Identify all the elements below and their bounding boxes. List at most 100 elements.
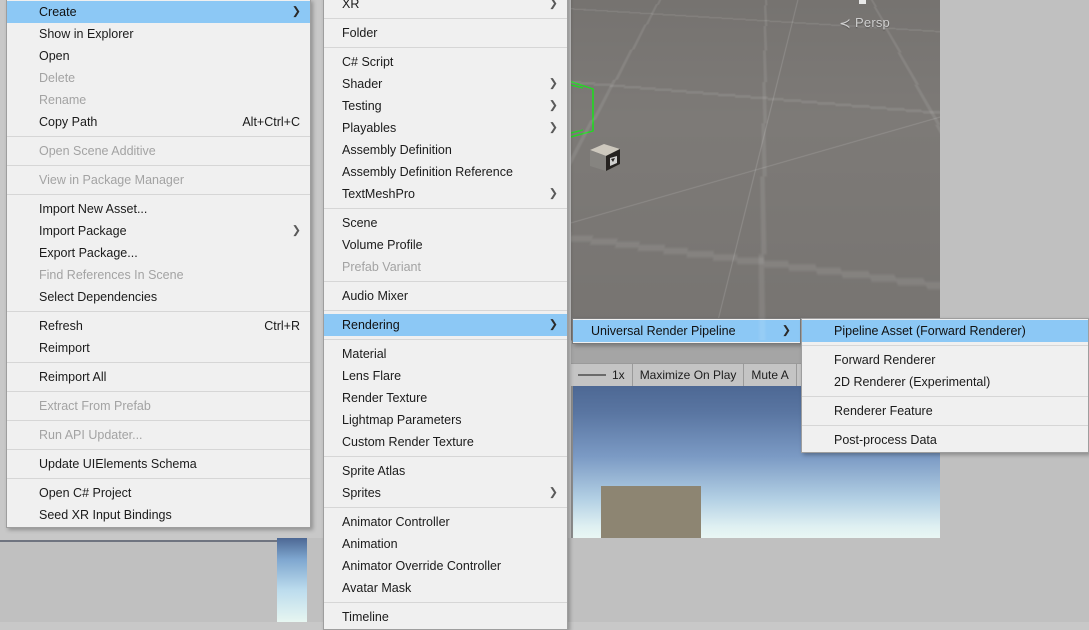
- chevron-right-icon: ❯: [548, 318, 558, 331]
- chevron-right-icon: ❯: [548, 187, 558, 200]
- menu-item-label: Rendering: [342, 318, 400, 332]
- menu-item-render-texture[interactable]: Render Texture: [324, 387, 567, 409]
- maximize-on-play-toggle[interactable]: Maximize On Play: [633, 364, 745, 386]
- menu-item-show-in-explorer[interactable]: Show in Explorer: [7, 23, 310, 45]
- urp-submenu[interactable]: Pipeline Asset (Forward Renderer) Forward…: [801, 318, 1089, 453]
- menu-item-label: Select Dependencies: [39, 290, 158, 304]
- menu-item-lens-flare[interactable]: Lens Flare: [324, 365, 567, 387]
- menu-item-timeline[interactable]: Timeline: [324, 606, 567, 628]
- scene-view[interactable]: ≺ Persp: [571, 0, 940, 340]
- menu-item-sprites[interactable]: Sprites ❯: [324, 482, 567, 504]
- menu-item-label: Open Scene Additive: [39, 144, 156, 158]
- chevron-right-icon: ❯: [291, 224, 301, 237]
- menu-item-reimport-all[interactable]: Reimport All: [7, 366, 310, 388]
- menu-item-label: Folder: [342, 26, 378, 40]
- mute-audio-toggle[interactable]: Mute A: [744, 364, 797, 386]
- menu-item-volume-profile[interactable]: Volume Profile: [324, 234, 567, 256]
- menu-item-import-package[interactable]: Import Package ❯: [7, 220, 310, 242]
- menu-item-select-dependencies[interactable]: Select Dependencies: [7, 286, 310, 308]
- menu-item-reimport[interactable]: Reimport: [7, 337, 310, 359]
- menu-item-create[interactable]: Create ❯: [7, 1, 310, 23]
- menu-item-label: Renderer Feature: [834, 404, 933, 418]
- chevron-right-icon: ❯: [548, 99, 558, 112]
- menu-item-testing[interactable]: Testing ❯: [324, 95, 567, 117]
- menu-item-label: Volume Profile: [342, 238, 423, 252]
- menu-separator: [324, 208, 567, 209]
- menu-item-rendering[interactable]: Rendering ❯: [324, 314, 567, 336]
- menu-item-label: Seed XR Input Bindings: [39, 508, 172, 522]
- game-scale-control[interactable]: 1x: [571, 364, 633, 386]
- menu-item-assembly-definition-reference[interactable]: Assembly Definition Reference: [324, 161, 567, 183]
- menu-item-refresh[interactable]: Refresh Ctrl+R: [7, 315, 310, 337]
- menu-item-material[interactable]: Material: [324, 343, 567, 365]
- menu-item-audio-mixer[interactable]: Audio Mixer: [324, 285, 567, 307]
- menu-separator: [7, 420, 310, 421]
- menu-item-label: Import Package: [39, 224, 127, 238]
- menu-item-forward-renderer[interactable]: Forward Renderer: [802, 349, 1088, 371]
- menu-item-renderer-feature[interactable]: Renderer Feature: [802, 400, 1088, 422]
- menu-item-label: Scene: [342, 216, 378, 230]
- menu-item-postprocess-data[interactable]: Post-process Data: [802, 429, 1088, 451]
- menu-item-pipeline-asset-forward-renderer[interactable]: Pipeline Asset (Forward Renderer): [802, 320, 1088, 342]
- menu-separator: [324, 507, 567, 508]
- create-submenu[interactable]: XR ❯ Folder C# Script Shader ❯ Testing ❯ Playabl…: [323, 0, 568, 630]
- menu-separator: [7, 311, 310, 312]
- mute-audio-label: Mute A: [751, 368, 789, 382]
- chevron-right-icon: ❯: [548, 0, 558, 10]
- menu-item-c#-script[interactable]: C# Script: [324, 51, 567, 73]
- menu-item-label: Sprites: [342, 486, 381, 500]
- menu-item-delete: Delete: [7, 67, 310, 89]
- menu-item-lightmap-parameters[interactable]: Lightmap Parameters: [324, 409, 567, 431]
- menu-item-scene[interactable]: Scene: [324, 212, 567, 234]
- chevron-right-icon: ❯: [548, 121, 558, 134]
- menu-item-label: Lens Flare: [342, 369, 402, 383]
- menu-item-animator-override-controller[interactable]: Animator Override Controller: [324, 555, 567, 577]
- rendering-submenu[interactable]: Universal Render Pipeline ❯: [572, 318, 801, 344]
- menu-item-import-new-asset[interactable]: Import New Asset...: [7, 198, 310, 220]
- menu-item-label: Shader: [342, 77, 383, 91]
- cube-object-icon[interactable]: [588, 140, 622, 174]
- menu-item-extract-from-prefab: Extract From Prefab: [7, 395, 310, 417]
- menu-item-shader[interactable]: Shader ❯: [324, 73, 567, 95]
- scene-projection-label: ≺ Persp: [839, 15, 890, 30]
- menu-item-find-references-in-scene: Find References In Scene: [7, 264, 310, 286]
- chevron-right-icon: ❯: [781, 324, 791, 337]
- menu-item-folder[interactable]: Folder: [324, 22, 567, 44]
- menu-item-assembly-definition[interactable]: Assembly Definition: [324, 139, 567, 161]
- menu-item-custom-render-texture[interactable]: Custom Render Texture: [324, 431, 567, 453]
- menu-item-label: Rename: [39, 93, 87, 107]
- menu-separator: [7, 136, 310, 137]
- menu-separator: [324, 602, 567, 603]
- scale-slider-icon[interactable]: [578, 374, 606, 376]
- menu-item-xr[interactable]: XR ❯: [324, 0, 567, 15]
- menu-item-2d-renderer-experimental[interactable]: 2D Renderer (Experimental): [802, 371, 1088, 393]
- menu-item-label: Playables: [342, 121, 397, 135]
- menu-item-label: Extract From Prefab: [39, 399, 151, 413]
- menu-item-universal-render-pipeline[interactable]: Universal Render Pipeline ❯: [573, 320, 800, 342]
- menu-item-avatar-mask[interactable]: Avatar Mask: [324, 577, 567, 599]
- chevron-right-icon: ❯: [548, 486, 558, 499]
- menu-item-animator-controller[interactable]: Animator Controller: [324, 511, 567, 533]
- maximize-on-play-label: Maximize On Play: [639, 368, 737, 382]
- menu-item-textmeshpro[interactable]: TextMeshPro ❯: [324, 183, 567, 205]
- menu-item-playables[interactable]: Playables ❯: [324, 117, 567, 139]
- menu-item-label: Copy Path: [39, 115, 98, 129]
- scene-orientation-gizmo-icon[interactable]: [859, 0, 866, 4]
- menu-item-label: Refresh: [39, 319, 83, 333]
- menu-item-animation[interactable]: Animation: [324, 533, 567, 555]
- game-view-box-object: [601, 486, 701, 539]
- menu-item-open-c#-project[interactable]: Open C# Project: [7, 482, 310, 504]
- menu-item-export-package[interactable]: Export Package...: [7, 242, 310, 264]
- menu-item-update-uielements-schema[interactable]: Update UIElements Schema: [7, 453, 310, 475]
- assets-context-menu[interactable]: Create ❯ Show in Explorer Open Delete Rename C…: [6, 0, 311, 528]
- menu-item-label: Pipeline Asset (Forward Renderer): [834, 324, 1026, 338]
- game-scale-value: 1x: [612, 368, 625, 382]
- chevron-right-icon: ❯: [291, 5, 301, 18]
- menu-item-label: Testing: [342, 99, 382, 113]
- menu-item-label: Custom Render Texture: [342, 435, 474, 449]
- menu-item-sprite-atlas[interactable]: Sprite Atlas: [324, 460, 567, 482]
- menu-item-copy-path[interactable]: Copy Path Alt+Ctrl+C: [7, 111, 310, 133]
- menu-item-label: Avatar Mask: [342, 581, 412, 595]
- menu-item-seed-xr-input-bindings[interactable]: Seed XR Input Bindings: [7, 504, 310, 526]
- menu-item-open[interactable]: Open: [7, 45, 310, 67]
